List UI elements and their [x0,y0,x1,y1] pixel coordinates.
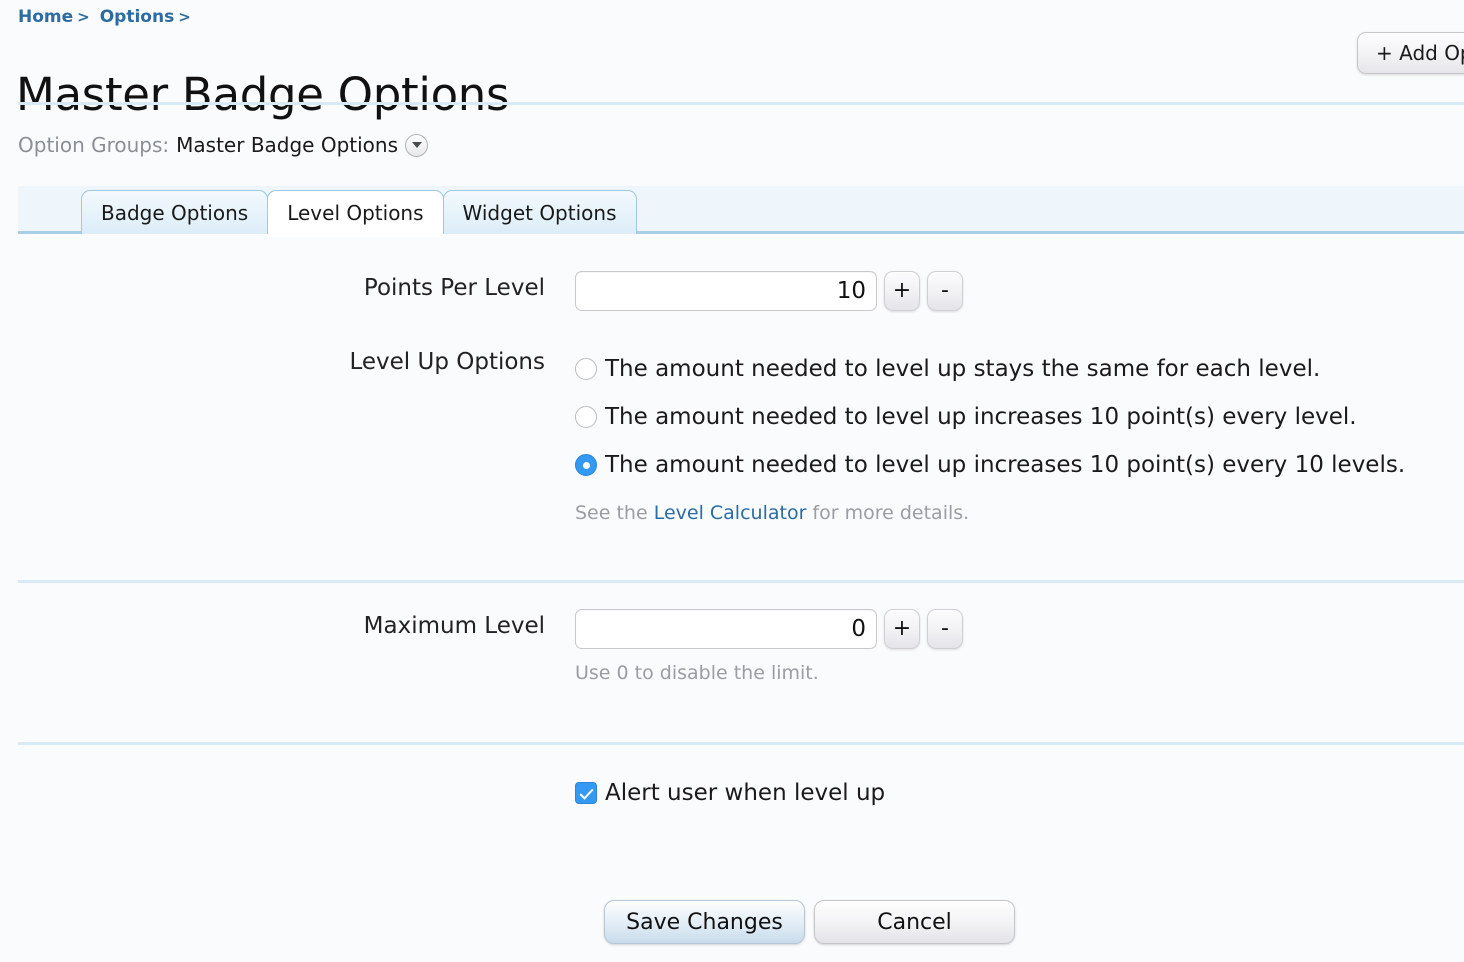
points-per-level-input[interactable] [575,271,877,311]
points-per-level-stepper-group: + - [575,271,963,311]
radio-icon[interactable] [575,406,597,428]
checkbox-icon-checked[interactable] [575,782,597,804]
divider-above-alert-checkbox [18,742,1464,745]
level-up-options-body: The amount needed to level up stays the … [575,345,1405,526]
points-per-level-label: Points Per Level [363,275,545,301]
radio-option-same-each-level[interactable]: The amount needed to level up stays the … [575,345,1405,393]
divider-above-maximum-level [18,580,1464,583]
points-per-level-increment-button[interactable]: + [884,271,920,311]
breadcrumb-link-home[interactable]: Home [18,7,73,27]
maximum-level-stepper-group: + - [575,609,963,649]
option-groups-selector[interactable]: Option Groups: Master Badge Options [18,131,429,159]
alert-user-checkbox-row[interactable]: Alert user when level up [575,780,885,806]
option-groups-label: Option Groups: [18,133,170,157]
level-calculator-link[interactable]: Level Calculator [654,502,807,524]
alert-user-checkbox-label: Alert user when level up [605,780,886,806]
tab-label: Widget Options [462,200,617,225]
radio-option-increase-every-ten-levels[interactable]: The amount needed to level up increases … [575,441,1405,489]
tab-bar: Badge Options Level Options Widget Optio… [18,186,1464,234]
add-option-button-label: + Add Op [1376,41,1464,65]
form-row-maximum-level: Maximum Level + - Use 0 to disable the l… [105,609,963,686]
alert-checkbox-body: Alert user when level up [575,780,885,806]
breadcrumb-separator: > [178,8,191,26]
tab-label: Level Options [287,200,424,225]
level-calculator-hint: See the Level Calculator for more detail… [575,500,1405,526]
radio-option-increase-every-level[interactable]: The amount needed to level up increases … [575,393,1405,441]
radio-icon[interactable] [575,358,597,380]
tab-widget-options[interactable]: Widget Options [442,190,637,234]
page-title: Master Badge Options [16,68,510,122]
radio-icon-selected[interactable] [575,454,597,476]
option-groups-value: Master Badge Options [176,133,399,157]
tab-level-options[interactable]: Level Options [267,190,444,234]
maximum-level-increment-button[interactable]: + [884,609,920,649]
cancel-button[interactable]: Cancel [814,900,1015,944]
divider-below-title [18,102,1464,105]
maximum-level-label: Maximum Level [363,613,545,639]
form-row-alert-checkbox: Alert user when level up [105,780,885,806]
hint-prefix: See the [575,502,654,524]
radio-label: The amount needed to level up increases … [605,404,1357,430]
radio-label: The amount needed to level up increases … [605,452,1406,478]
level-up-options-label: Level Up Options [349,349,545,375]
breadcrumb-link-options[interactable]: Options [100,7,174,27]
tab-label: Badge Options [101,200,249,225]
maximum-level-hint: Use 0 to disable the limit. [575,662,819,684]
maximum-level-input[interactable] [575,609,877,649]
maximum-level-body: + - Use 0 to disable the limit. [575,609,963,686]
form-row-level-up-options: Level Up Options The amount needed to le… [105,345,1405,526]
save-changes-button[interactable]: Save Changes [604,900,805,944]
maximum-level-decrement-button[interactable]: - [927,609,963,649]
points-per-level-body: + - [575,271,963,311]
tab-badge-options[interactable]: Badge Options [81,190,269,234]
breadcrumb-separator: > [77,8,90,26]
breadcrumb: Home > Options > [18,5,201,29]
radio-label: The amount needed to level up stays the … [605,356,1321,382]
caret-shape [411,142,422,148]
hint-suffix: for more details. [806,502,970,524]
add-option-button[interactable]: + Add Op [1357,32,1464,74]
chevron-down-circle-icon[interactable] [405,133,429,157]
points-per-level-decrement-button[interactable]: - [927,271,963,311]
form-row-points-per-level: Points Per Level + - [105,271,963,311]
action-buttons: Save Changes Cancel [604,900,1015,944]
